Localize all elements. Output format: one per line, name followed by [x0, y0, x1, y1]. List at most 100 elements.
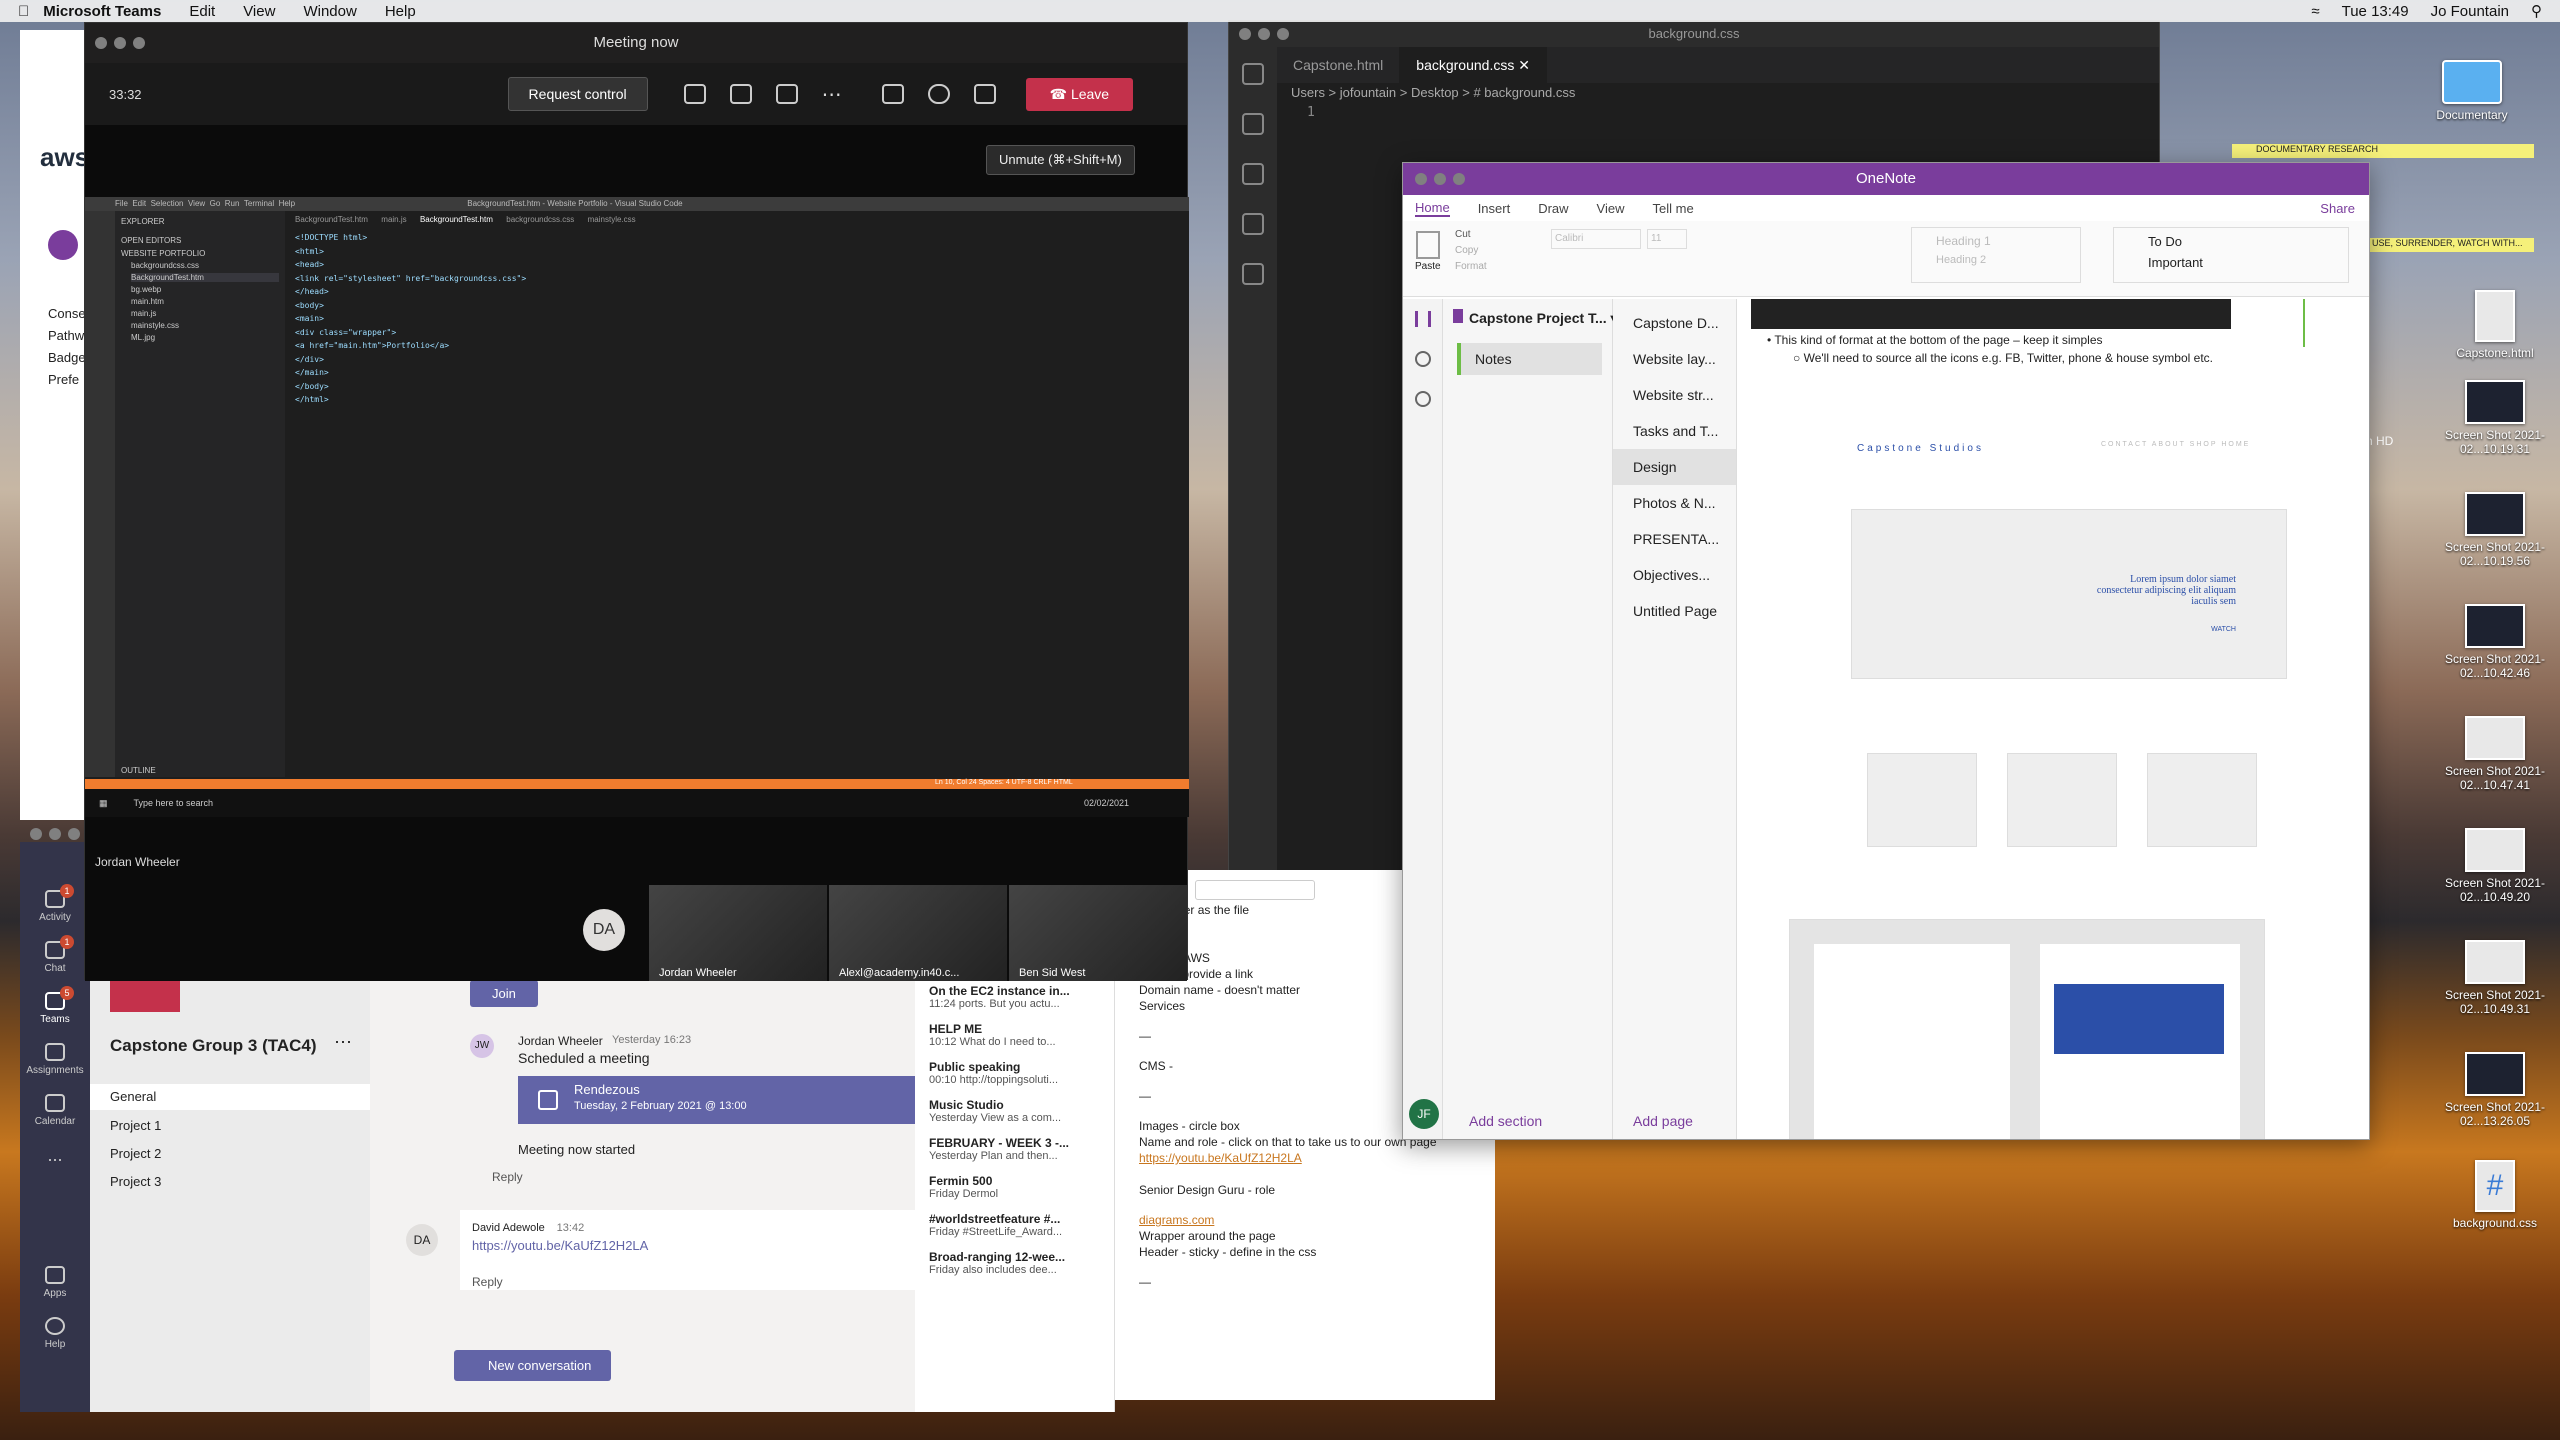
rail-assignments[interactable]: Assignments	[20, 1043, 90, 1076]
more-options-icon[interactable]: ⋯	[334, 1032, 352, 1053]
search-icon[interactable]	[1414, 351, 1431, 367]
rail-chat[interactable]: 1 Chat	[20, 935, 90, 974]
wifi-icon[interactable]: ≈	[2311, 3, 2319, 20]
participant-video[interactable]: Ben Sid West	[1009, 885, 1187, 981]
menu-help[interactable]: Help	[385, 3, 416, 20]
request-control-button[interactable]: Request control	[507, 77, 648, 111]
rail-more[interactable]: ...	[20, 1145, 90, 1166]
list-item[interactable]: HELP ME 10:12 What do I need to...	[915, 1016, 1115, 1054]
more-actions-icon[interactable]: ⋯	[822, 82, 842, 107]
font-select[interactable]: Calibri	[1551, 229, 1641, 249]
cut-button[interactable]: Cut	[1455, 229, 1471, 240]
participant-video[interactable]: Jordan Wheeler	[649, 885, 827, 981]
chat-icon[interactable]	[729, 84, 752, 104]
desktop-screenshot[interactable]: Screen Shot 2021-02...10.19.31	[2440, 380, 2550, 456]
desktop-file-capstone[interactable]: Capstone.html	[2440, 290, 2550, 360]
clock[interactable]: Tue 13:49	[2342, 3, 2409, 20]
meeting-card[interactable]: Rendezous Tuesday, 2 February 2021 @ 13:…	[518, 1076, 918, 1124]
styles-gallery[interactable]: Heading 1 Heading 2	[1911, 227, 2081, 283]
note-link[interactable]: diagrams.com	[1139, 1212, 1475, 1228]
add-page-button[interactable]: Add page	[1633, 1113, 1693, 1129]
user-name[interactable]: Jo Fountain	[2431, 3, 2509, 20]
new-conversation-button[interactable]: New conversation	[454, 1350, 612, 1381]
share-screen-icon[interactable]	[973, 84, 996, 104]
page-item[interactable]: Website str...	[1613, 377, 1736, 413]
font-size-select[interactable]: 11	[1647, 229, 1687, 249]
menu-edit[interactable]: Edit	[189, 3, 215, 20]
window-controls[interactable]	[1415, 173, 1465, 185]
close-icon[interactable]: ✕	[1518, 57, 1530, 73]
note-link[interactable]: https://youtu.be/KaUfZ12H2LA	[1139, 1150, 1475, 1166]
rail-activity[interactable]: 1 Activity	[20, 884, 90, 923]
reply-link[interactable]: Reply	[472, 1275, 908, 1289]
page-item[interactable]: PRESENTA...	[1613, 521, 1736, 557]
tell-me[interactable]: Tell me	[1653, 201, 1694, 216]
rail-teams[interactable]: 5 Teams	[20, 986, 90, 1025]
page-item[interactable]: Tasks and T...	[1613, 413, 1736, 449]
reply-link[interactable]: Reply	[492, 1170, 523, 1184]
rail-calendar[interactable]: Calendar	[20, 1094, 90, 1127]
explorer-icon[interactable]	[1242, 63, 1264, 85]
list-item[interactable]: #worldstreetfeature #... Friday #StreetLi…	[915, 1206, 1115, 1244]
channel-project-2[interactable]: Project 2	[110, 1146, 161, 1161]
desktop-screenshot[interactable]: Screen Shot 2021-02...10.19.56	[2440, 492, 2550, 568]
desktop-file-background-css[interactable]: # background.css	[2440, 1160, 2550, 1230]
tags-gallery[interactable]: To Do Important	[2113, 227, 2349, 283]
breadcrumb[interactable]: Users > jofountain > Desktop > # backgro…	[1291, 85, 1575, 100]
debug-icon[interactable]	[1242, 213, 1264, 235]
list-item[interactable]: On the EC2 instance in... 11:24 ports. Bu…	[915, 978, 1115, 1016]
leave-button[interactable]: ☎ Leave	[1025, 77, 1134, 111]
page-item-selected[interactable]: Design	[1613, 449, 1736, 485]
participant-video[interactable]: Alexl@academy.in40.c...	[829, 885, 1007, 981]
paste-button[interactable]: Paste	[1415, 231, 1441, 272]
recent-icon[interactable]	[1414, 391, 1431, 407]
youtube-link[interactable]: https://youtu.be/KaUfZ12H2LA	[472, 1238, 908, 1253]
list-item[interactable]: Music Studio Yesterday View as a com...	[915, 1092, 1115, 1130]
list-item[interactable]: Public speaking 00:10 http://toppingsolut…	[915, 1054, 1115, 1092]
rail-help[interactable]: Help	[20, 1317, 90, 1350]
mic-off-icon[interactable]	[927, 84, 950, 104]
window-controls[interactable]	[30, 828, 80, 840]
add-section-button[interactable]: Add section	[1469, 1113, 1542, 1129]
page-item[interactable]: Capstone D...	[1613, 305, 1736, 341]
window-controls[interactable]	[1239, 28, 1289, 40]
section-notes[interactable]: Notes	[1457, 343, 1602, 375]
search-icon[interactable]: ⚲	[2531, 2, 2542, 20]
desktop-folder-documentary[interactable]: Documentary	[2417, 60, 2527, 122]
copy-button[interactable]: Copy	[1455, 245, 1478, 256]
raise-hand-icon[interactable]	[775, 84, 798, 104]
menu-view[interactable]: View	[243, 3, 275, 20]
desktop-screenshot[interactable]: Screen Shot 2021-02...10.47.41	[2440, 716, 2550, 792]
channel-project-3[interactable]: Project 3	[110, 1174, 161, 1189]
list-item[interactable]: Broad-ranging 12-wee... Friday also inclu…	[915, 1244, 1115, 1282]
desktop-screenshot[interactable]: Screen Shot 2021-02...10.42.46	[2440, 604, 2550, 680]
desktop-screenshot[interactable]: Screen Shot 2021-02...10.49.31	[2440, 940, 2550, 1016]
channel-general[interactable]: General	[90, 1084, 370, 1110]
window-controls[interactable]	[95, 37, 145, 49]
join-button[interactable]: Join	[470, 980, 538, 1007]
channel-project-1[interactable]: Project 1	[110, 1118, 161, 1133]
page-item[interactable]: Website lay...	[1613, 341, 1736, 377]
desktop-screenshot[interactable]: Screen Shot 2021-02...10.49.20	[2440, 828, 2550, 904]
participants-icon[interactable]	[683, 84, 706, 104]
page-item[interactable]: Photos & N...	[1613, 485, 1736, 521]
camera-off-icon[interactable]	[881, 84, 904, 104]
share-button[interactable]: Share	[2320, 201, 2355, 216]
page-item[interactable]: Untitled Page	[1613, 593, 1736, 629]
apple-icon[interactable]: 	[18, 3, 29, 20]
participant-avatar[interactable]: DA	[583, 909, 625, 951]
app-menu[interactable]: Microsoft Teams	[43, 3, 161, 20]
source-control-icon[interactable]	[1242, 163, 1264, 185]
todo-tag[interactable]: To Do	[2148, 234, 2314, 249]
tab-view[interactable]: View	[1597, 201, 1625, 216]
extensions-icon[interactable]	[1242, 263, 1264, 285]
avatar[interactable]: JF	[1409, 1099, 1439, 1129]
tab-capstone-html[interactable]: Capstone.html	[1277, 47, 1401, 83]
tab-background-css[interactable]: background.css ✕	[1400, 47, 1547, 83]
tab-home[interactable]: Home	[1415, 200, 1450, 217]
list-item[interactable]: Fermin 500 Friday Dermol	[915, 1168, 1115, 1206]
notebook-picker[interactable]: Capstone Project T... ▾	[1443, 299, 1618, 337]
desktop-screenshot[interactable]: Screen Shot 2021-02...13.26.05	[2440, 1052, 2550, 1128]
tab-insert[interactable]: Insert	[1478, 201, 1511, 216]
team-name[interactable]: Capstone Group 3 (TAC4)	[110, 1036, 317, 1056]
